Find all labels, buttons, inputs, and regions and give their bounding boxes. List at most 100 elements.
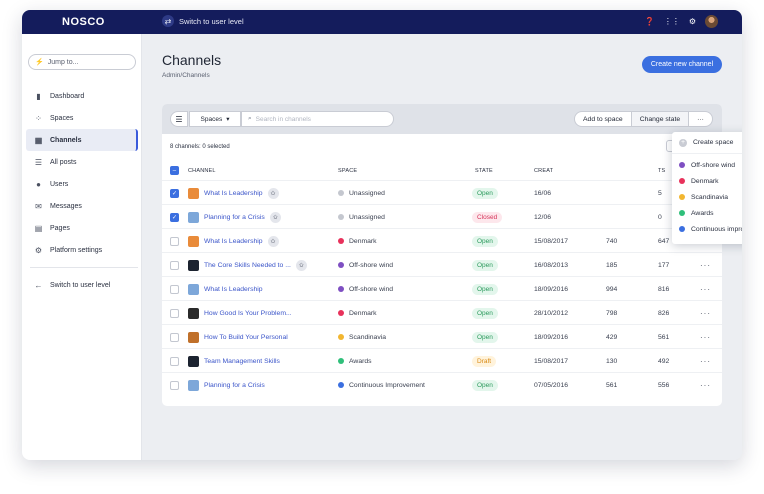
select-all-checkbox[interactable]: – (170, 166, 179, 175)
sidebar-item-label: Users (50, 180, 69, 188)
space-option[interactable]: Off-shore wind (672, 157, 742, 173)
pin-icon[interactable]: ✩ (267, 235, 279, 247)
table-row[interactable]: Planning for a Crisis Continuous Improvem… (162, 372, 722, 396)
add-to-space-button[interactable]: Add to space (575, 112, 632, 126)
space-option[interactable]: Continuous improvement (672, 221, 742, 237)
channel-cell: The Core Skills Needed to ... ✩ (188, 253, 307, 277)
spaces-filter-dropdown[interactable]: Spaces ▾ (189, 111, 241, 127)
channel-cell: What Is Leadership (188, 277, 263, 301)
row-checkbox[interactable] (170, 380, 179, 390)
row-more-icon[interactable]: ··· (700, 349, 711, 373)
table-row[interactable]: ✓ Planning for a Crisis ✩ Unassigned Closed 1… (162, 204, 722, 228)
arrow-left-icon: ← (34, 280, 43, 290)
space-option[interactable]: Denmark (672, 173, 742, 189)
channel-cell: Planning for a Crisis ✩ (188, 205, 281, 229)
space-option[interactable]: Awards (672, 205, 742, 221)
channel-name-link[interactable]: How To Build Your Personal (204, 334, 288, 341)
avatar[interactable] (705, 15, 718, 28)
row-more-icon[interactable]: ··· (700, 277, 711, 301)
channel-thumbnail (188, 259, 199, 271)
sidebar-item-pages[interactable]: ▤ Pages (26, 217, 138, 239)
filter-button[interactable]: ☰ (170, 111, 188, 127)
app-window: NOSCO ⇄ Switch to user level ❓ ⋮⋮ ⚙ ⚡ Ju… (22, 10, 742, 460)
channel-name-link[interactable]: Team Management Skills (204, 358, 280, 365)
sidebar-item-spaces[interactable]: ⁘ Spaces (26, 107, 138, 129)
space-name: Off-shore wind (349, 261, 394, 269)
row-checkbox[interactable] (170, 332, 179, 342)
switch-label: Switch to user level (179, 16, 244, 26)
channel-name-link[interactable]: How Good Is Your Problem... (204, 310, 292, 317)
sidebar-item-channels[interactable]: ▦ Channels (26, 129, 138, 151)
create-space-option[interactable]: + Create space (672, 132, 742, 154)
row-checkbox[interactable] (170, 308, 179, 318)
help-icon[interactable]: ❓ (645, 17, 655, 26)
space-options: Off-shore wind Denmark Scandinavia Awards Co… (672, 154, 742, 237)
sidebar-switch-to-user-level[interactable]: ← Switch to user level (26, 274, 138, 296)
row-checkbox-cell: ✓ (170, 181, 179, 205)
pin-icon[interactable]: ✩ (269, 211, 281, 223)
row-checkbox[interactable] (170, 356, 179, 366)
sidebar-item-users[interactable]: ● Users (26, 173, 138, 195)
status-badge: Open (472, 259, 498, 271)
change-state-button[interactable]: Change state (631, 112, 690, 126)
table-row[interactable]: What Is Leadership ✩ Denmark Open 15/08/2017… (162, 228, 722, 252)
bar-chart-icon: ▮ (36, 91, 41, 101)
more-actions-button[interactable]: ··· (689, 112, 712, 126)
create-new-channel-button[interactable]: Create new channel (642, 56, 722, 73)
channel-name-link[interactable]: Planning for a Crisis (204, 214, 265, 221)
status-badge: Draft (472, 355, 497, 367)
sidebar-item-platform-settings[interactable]: ⚙ Platform settings (26, 239, 138, 261)
channel-cell: What Is Leadership ✩ (188, 181, 279, 205)
channel-name-link[interactable]: The Core Skills Needed to ... (204, 262, 291, 269)
channel-thumbnail (188, 235, 199, 247)
channel-name-link[interactable]: Planning for a Crisis (204, 382, 265, 389)
table-row[interactable]: ✓ What Is Leadership ✩ Unassigned Open 16/06 5… (162, 180, 722, 204)
mail-icon: ✉ (35, 201, 42, 211)
user-icon: ● (36, 179, 41, 189)
space-name: Denmark (349, 309, 377, 317)
header-space: SPACE (338, 168, 358, 174)
row-checkbox[interactable] (170, 284, 179, 294)
table-row[interactable]: How To Build Your Personal Scandinavia Ope… (162, 324, 722, 348)
search-input[interactable]: ⌕ Search in channels (241, 111, 394, 127)
channel-thumbnail (188, 211, 199, 223)
table-header: – CHANNEL SPACE STATE CREAT TS (162, 162, 722, 180)
state-cell: Open (472, 301, 498, 325)
row-more-icon[interactable]: ··· (700, 373, 711, 397)
switch-to-user-level-top[interactable]: ⇄ Switch to user level (162, 15, 244, 27)
channel-name-link[interactable]: What Is Leadership (204, 190, 263, 197)
sidebar-item-all-posts[interactable]: ☰ All posts (26, 151, 138, 173)
row-more-icon[interactable]: ··· (700, 253, 711, 277)
row-more-icon[interactable]: ··· (700, 325, 711, 349)
row-checkbox[interactable] (170, 260, 179, 270)
channel-name-link[interactable]: What Is Leadership (204, 238, 263, 245)
table-row[interactable]: How Good Is Your Problem... Denmark Open 28… (162, 300, 722, 324)
space-color-dot (338, 238, 344, 244)
row-checkbox[interactable]: ✓ (170, 188, 179, 198)
row-more-icon[interactable]: ··· (700, 301, 711, 325)
channel-name-link[interactable]: What Is Leadership (204, 286, 263, 293)
created-date: 15/08/2017 (534, 237, 569, 245)
jump-to-input[interactable]: ⚡ Jump to... (28, 54, 136, 70)
sidebar-item-messages[interactable]: ✉ Messages (26, 195, 138, 217)
row-checkbox[interactable]: ✓ (170, 212, 179, 222)
posts-count: 647 (658, 237, 670, 245)
page-title: Channels (162, 52, 222, 68)
header-posts: TS (658, 168, 666, 174)
pin-icon[interactable]: ✩ (267, 187, 279, 199)
row-checkbox[interactable] (170, 236, 179, 246)
status-badge: Open (472, 379, 498, 391)
lightning-icon: ⚡ (35, 59, 44, 66)
space-option[interactable]: Scandinavia (672, 189, 742, 205)
breadcrumb: Admin/Channels (162, 72, 210, 79)
pin-icon[interactable]: ✩ (295, 259, 307, 271)
table-row[interactable]: Team Management Skills Awards Draft 15/08/2… (162, 348, 722, 372)
sidebar-item-dashboard[interactable]: ▮ Dashboard (26, 85, 138, 107)
space-name: Off-shore wind (349, 285, 394, 293)
gear-icon[interactable]: ⚙ (689, 17, 696, 26)
apps-grid-icon[interactable]: ⋮⋮ (664, 17, 680, 26)
table-row[interactable]: The Core Skills Needed to ... ✩ Off-shore … (162, 252, 722, 276)
posts-count: 816 (658, 285, 670, 293)
table-row[interactable]: What Is Leadership Off-shore wind Open 18/0… (162, 276, 722, 300)
row-checkbox-cell (170, 229, 179, 253)
